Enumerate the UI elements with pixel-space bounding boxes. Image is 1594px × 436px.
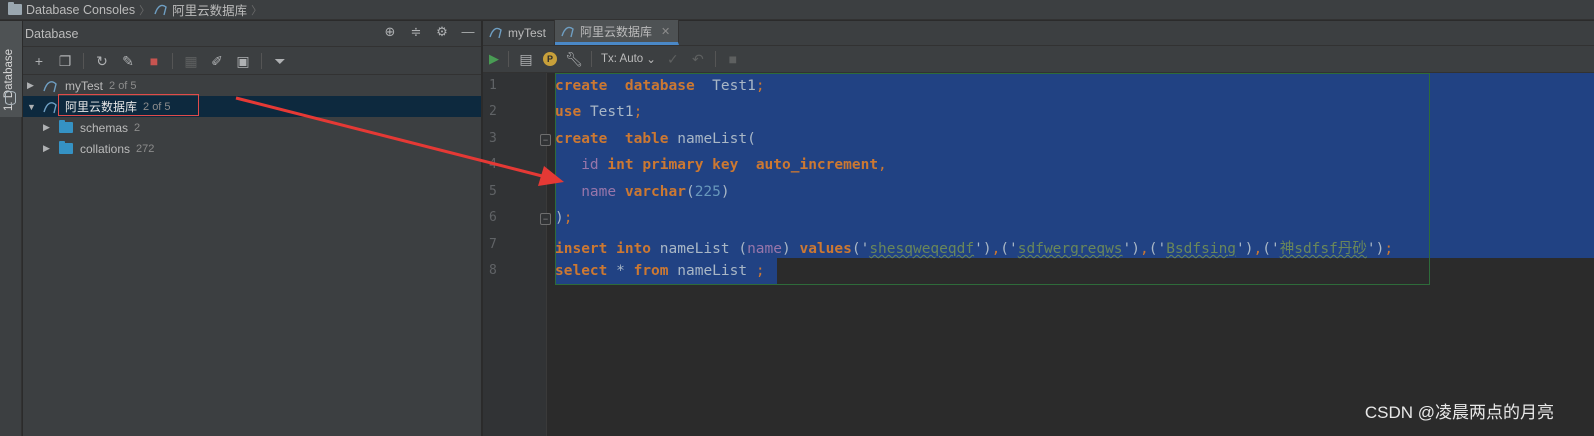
editor-toolbar: ▶ ▤ P 🔧︎ Tx: Auto ⌄ ✓ ↶ ■ [483, 46, 1594, 73]
tree-item-count: 2 [134, 121, 141, 134]
code-line-7: insert into nameList (name) values('shes… [555, 241, 1394, 257]
mysql-datasource-icon [154, 4, 167, 16]
tree-item-aliyun[interactable]: ▼ 阿里云数据库 2 of 5 [23, 94, 481, 117]
tree-item-mytest[interactable]: ▶ myTest 2 of 5 [23, 75, 481, 96]
mysql-console-icon [489, 27, 502, 39]
tab-aliyun[interactable]: 阿里云数据库 ✕ [555, 20, 680, 45]
code-line-3: create table nameList( [555, 131, 756, 147]
annotation-highlight-box [58, 94, 199, 116]
line-number: 2 [489, 104, 497, 119]
code-line-5: name varchar(225) [581, 184, 730, 200]
close-icon[interactable]: ✕ [661, 25, 670, 38]
tab-label: myTest [508, 25, 547, 40]
breadcrumb-separator: 〉 [251, 4, 263, 17]
mysql-console-icon [561, 26, 574, 37]
folder-icon [8, 2, 22, 15]
code-line-4: id int primary key auto_increment, [581, 157, 887, 173]
line-number: 1 [489, 78, 497, 93]
gear-icon[interactable]: ⚙ [435, 25, 449, 39]
toolbar-divider [83, 52, 84, 69]
panel-header-actions: ⊕ ≑ ⚙ — [383, 25, 475, 39]
refresh-icon[interactable]: ↻ [94, 53, 110, 69]
expand-arrow-icon[interactable]: ▶ [27, 80, 37, 91]
code-line-8: select * from nameList ; [555, 263, 765, 279]
crosshair-icon[interactable]: ⊕ [383, 25, 397, 39]
database-panel-header: Database ⊕ ≑ ⚙ — [23, 21, 481, 47]
tree-item-count: 2 of 5 [109, 79, 137, 92]
minimize-icon[interactable]: — [461, 25, 475, 39]
breadcrumb-root[interactable]: Database Consoles [8, 2, 136, 17]
tx-mode-dropdown[interactable]: Tx: Auto ⌄ [601, 52, 656, 66]
line-number: 6 [489, 210, 497, 225]
edit-properties-icon[interactable]: ✎ [120, 53, 136, 69]
edit-icon[interactable]: ✐ [209, 53, 225, 69]
collapse-all-icon[interactable]: ≑ [409, 25, 423, 39]
tool-window-strip: 1: Database [0, 21, 22, 436]
fold-marker-icon[interactable]: − [540, 134, 551, 146]
wrench-icon[interactable]: 🔧︎ [565, 51, 583, 67]
mysql-datasource-icon [43, 80, 57, 92]
editor-tabs: myTest 阿里云数据库 ✕ [483, 20, 1594, 46]
profile-icon[interactable]: P [543, 52, 557, 66]
tree-item-count: 272 [136, 142, 155, 155]
filter-icon[interactable]: ⏷ [272, 53, 288, 69]
tree-item-label: myTest [65, 78, 104, 93]
expand-arrow-icon[interactable]: ▶ [43, 143, 53, 154]
toolbar-divider [261, 52, 262, 69]
csdn-watermark: CSDN @凌晨两点的月亮 [1364, 403, 1554, 422]
toolbar-divider [172, 52, 173, 69]
breadcrumb-separator: 〉 [139, 4, 151, 17]
mysql-datasource-icon [43, 101, 57, 113]
breadcrumb-current-label: 阿里云数据库 [172, 4, 248, 18]
folder-icon [59, 141, 73, 154]
breadcrumb-root-label: Database Consoles [26, 2, 136, 17]
commit-icon[interactable]: ✓ [665, 51, 681, 67]
toolbar-divider [508, 51, 509, 67]
add-icon[interactable]: + [31, 53, 47, 69]
database-panel-toolbar: + ❐ ↻ ✎ ■ ▦ ✐ ▣ ⏷ [23, 47, 481, 75]
stop-icon[interactable]: ■ [725, 51, 741, 67]
console-icon[interactable]: ▣ [235, 53, 251, 69]
line-number: 3 [489, 131, 497, 146]
tree-item-label: collations [80, 141, 131, 156]
code-line-6: ); [555, 210, 573, 226]
line-number: 7 [489, 237, 497, 252]
breadcrumb-current[interactable]: 阿里云数据库 [154, 0, 247, 19]
toolbar-divider [591, 51, 592, 67]
line-gutter: 1 2 3 4 5 6 7 8 [483, 73, 547, 436]
chevron-down-icon: ⌄ [646, 54, 656, 66]
editor-area: myTest 阿里云数据库 ✕ ▶ ▤ P 🔧︎ Tx: Auto ⌄ ✓ ↶ ■… [483, 20, 1594, 436]
tree-item-schemas[interactable]: ▶ schemas 2 [23, 117, 481, 138]
collapse-arrow-icon[interactable]: ▼ [27, 102, 37, 112]
run-icon[interactable]: ▶ [489, 51, 499, 67]
tx-mode-label: Tx: Auto [601, 53, 644, 65]
database-tool-tab[interactable]: 1: Database [0, 21, 22, 117]
toolbar-divider [714, 51, 716, 67]
line-number: 5 [489, 184, 497, 199]
table-icon[interactable]: ▦ [183, 53, 199, 69]
code-line-2: use Test1; [555, 104, 643, 120]
tab-mytest[interactable]: myTest [483, 20, 556, 45]
database-tree: ▶ myTest 2 of 5 ▼ 阿里云数据库 2 of 5 ▶ schema… [23, 75, 481, 159]
line-number: 8 [489, 263, 497, 278]
line-number: 4 [489, 157, 497, 172]
rollback-icon[interactable]: ↶ [690, 51, 706, 67]
folder-icon [59, 120, 73, 133]
expand-arrow-icon[interactable]: ▶ [43, 122, 53, 133]
execute-plan-icon[interactable]: ▤ [518, 51, 534, 67]
code-editor[interactable]: 1 2 3 4 5 6 7 8 − − create database Test… [483, 73, 1594, 436]
code-line-1: create database Test1; [555, 78, 765, 94]
copy-icon[interactable]: ❐ [57, 53, 73, 69]
fold-marker-icon[interactable]: − [540, 213, 551, 225]
tree-item-label: schemas [80, 120, 129, 135]
database-panel-title: Database [25, 26, 79, 41]
tab-label: 阿里云数据库 [580, 24, 653, 39]
database-icon [5, 91, 16, 105]
breadcrumb: Database Consoles 〉 阿里云数据库 〉 [0, 0, 1594, 20]
database-panel: Database ⊕ ≑ ⚙ — + ❐ ↻ ✎ ■ ▦ ✐ ▣ ⏷ ▶ myT… [23, 21, 482, 436]
stop-icon[interactable]: ■ [146, 53, 162, 69]
tree-item-collations[interactable]: ▶ collations 272 [23, 138, 481, 159]
